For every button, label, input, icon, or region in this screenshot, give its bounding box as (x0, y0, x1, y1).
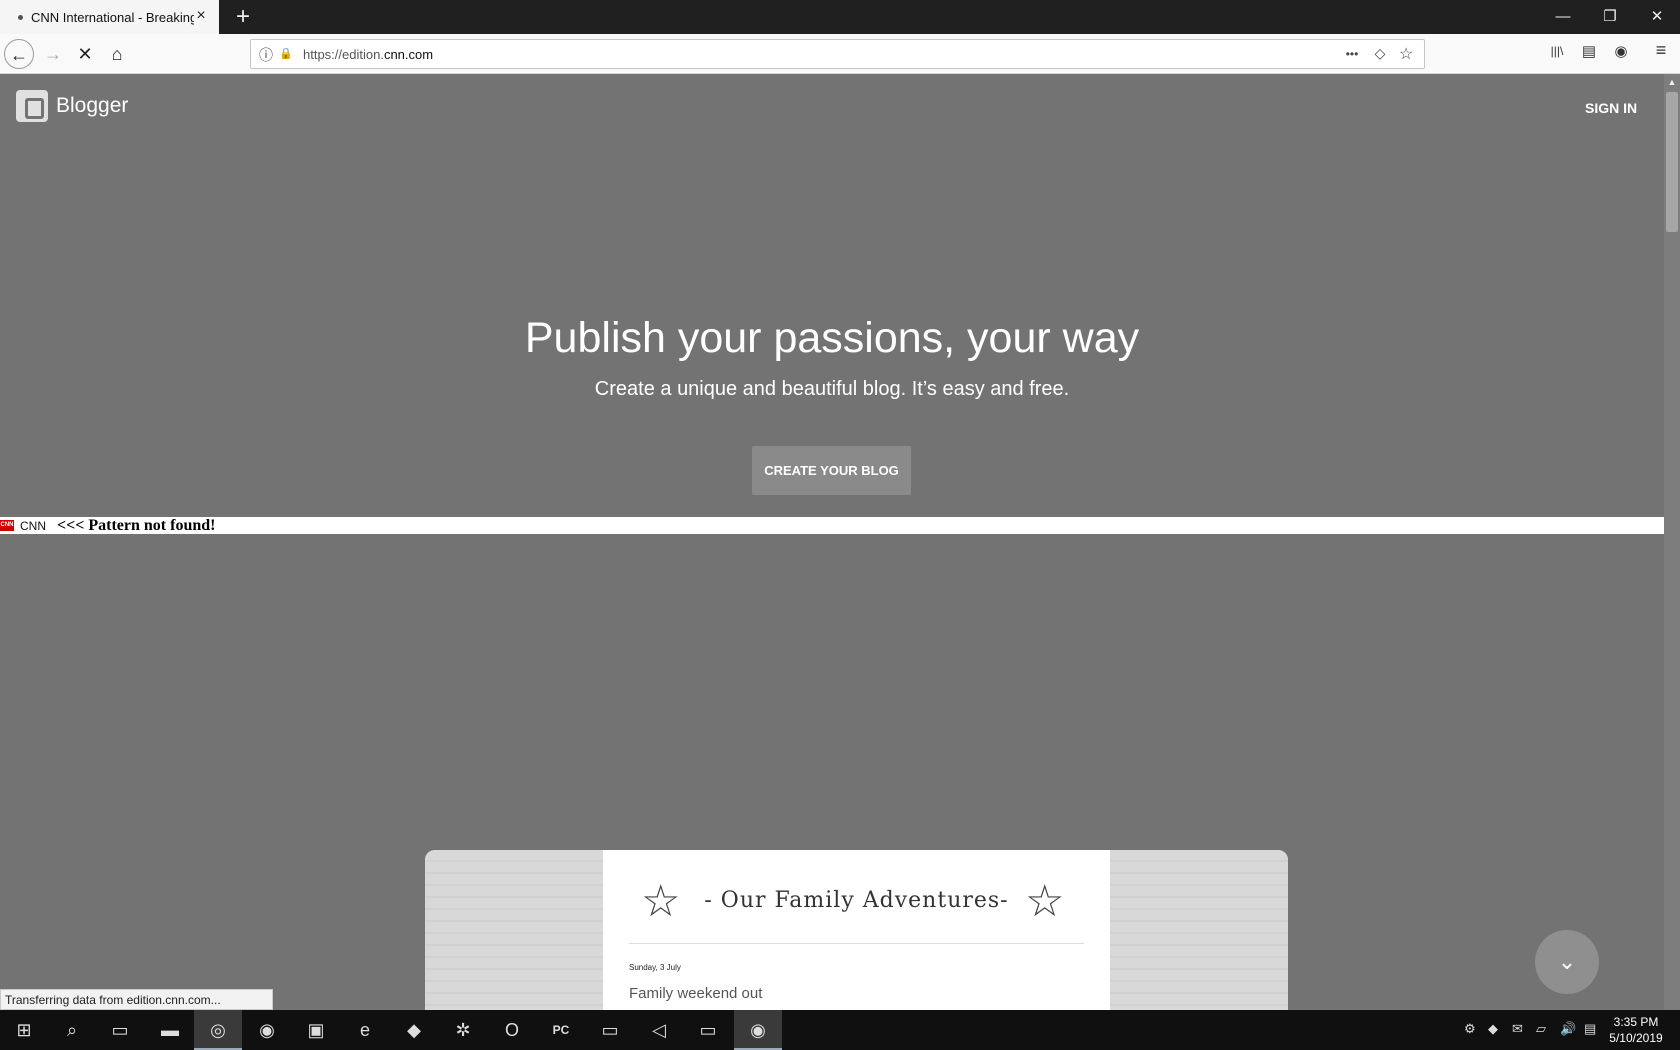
hero-title: Publish your passions, your way (524, 314, 1140, 362)
scroll-thumb[interactable] (1666, 92, 1678, 232)
store-icon[interactable]: ◆ (390, 1010, 438, 1050)
vertical-scrollbar[interactable]: ▲ (1664, 74, 1680, 1010)
start-icon[interactable]: ⊞ (0, 1010, 48, 1050)
page-actions-icon[interactable]: ••• (1343, 47, 1361, 61)
search-icon[interactable]: ⌕ (48, 1010, 96, 1050)
scroll-down-button[interactable]: ⌄ (1535, 930, 1599, 994)
settings-icon[interactable]: ✲ (439, 1010, 487, 1050)
firefox-icon[interactable]: ◉ (243, 1010, 291, 1050)
bookmark-star-icon[interactable]: ☆ (1397, 44, 1415, 64)
scroll-up-arrow-icon[interactable]: ▲ (1664, 74, 1680, 90)
sidebar-icon[interactable]: ▤ (1578, 42, 1600, 60)
tab-cnn[interactable]: CNN International - Breaking N × (0, 0, 219, 34)
cnn-overlay-strip: CNN CNN <<< Pattern not found! (0, 517, 1664, 534)
chrome-icon[interactable]: ◎ (194, 1010, 242, 1050)
clock-time: 3:35 PM (1613, 1015, 1659, 1029)
star-icon: ☆ (1025, 877, 1065, 926)
preview-left-doodles (425, 850, 603, 1010)
edge-icon[interactable]: e (341, 1010, 389, 1050)
sign-in-link[interactable]: SIGN IN (1585, 100, 1637, 116)
preview-post-title: Family weekend out (629, 985, 763, 1002)
task-view-icon[interactable]: ▭ (96, 1010, 144, 1050)
library-icon[interactable]: |||\ (1546, 44, 1568, 58)
preview-post-date: Sunday, 3 July (629, 963, 681, 972)
volume-icon[interactable]: 🔊 (1560, 1021, 1576, 1037)
forward-button[interactable]: → (38, 39, 68, 69)
status-bar: Transferring data from edition.cnn.com..… (0, 989, 273, 1010)
tray-mail-icon[interactable]: ✉ (1512, 1021, 1523, 1037)
blog-preview-image: ☆ - Our Family Adventures- ☆ Sunday, 3 J… (425, 850, 1288, 1010)
clock-date: 5/10/2019 (1609, 1031, 1663, 1045)
close-icon[interactable]: × (193, 8, 209, 24)
opera-icon[interactable]: O (488, 1010, 536, 1050)
url-text[interactable]: https://edition.cnn.com (303, 47, 433, 62)
pycharm-icon[interactable]: PC (537, 1010, 585, 1050)
preview-right-doodles (1110, 850, 1288, 1010)
tray-network-icon[interactable]: ⚙ (1464, 1021, 1476, 1037)
restore-button[interactable]: ❐ (1587, 0, 1633, 34)
preview-divider (629, 943, 1084, 944)
vscode-icon[interactable]: ◁ (635, 1010, 683, 1050)
account-icon[interactable]: ◉ (1610, 42, 1632, 60)
home-button[interactable]: ⌂ (102, 39, 132, 69)
tab-loading-indicator (18, 14, 23, 20)
tray-dropbox-icon[interactable]: ◆ (1488, 1021, 1498, 1037)
firefox-active-icon[interactable]: ◉ (734, 1010, 782, 1050)
tab-bar: CNN International - Breaking N × + — ❐ ✕ (0, 0, 1680, 34)
minimize-button[interactable]: — (1540, 0, 1586, 34)
cnn-logo-icon: CNN (0, 520, 14, 531)
tab-title: CNN International - Breaking N (31, 9, 194, 25)
info-icon[interactable]: ⓘ (257, 45, 275, 65)
pocket-icon[interactable]: ◇ (1371, 45, 1389, 62)
cnn-label: CNN (20, 519, 46, 533)
console-icon[interactable]: ▭ (684, 1010, 732, 1050)
window-close-button[interactable]: ✕ (1634, 0, 1680, 34)
hero-subtitle: Create a unique and beautiful blog. It’s… (594, 378, 1070, 400)
page-content: Blogger SIGN IN Publish your passions, y… (0, 74, 1664, 1010)
file-explorer-icon[interactable]: ▬ (146, 1010, 194, 1050)
save-icon[interactable]: ▣ (292, 1010, 340, 1050)
menu-icon[interactable]: ≡ (1650, 40, 1672, 61)
system-clock[interactable]: 3:35 PM 5/10/2019 (1600, 1014, 1672, 1046)
pattern-not-found-message: <<< Pattern not found! (57, 517, 216, 534)
notification-icon[interactable]: ▤ (1584, 1021, 1596, 1037)
new-tab-button[interactable]: + (230, 4, 256, 30)
navigation-toolbar: ← → ✕ ⌂ ⓘ 🔒 https://edition.cnn.com ••• … (0, 34, 1680, 74)
terminal-icon[interactable]: ▭ (586, 1010, 634, 1050)
lock-icon[interactable]: 🔒 (277, 47, 295, 60)
create-blog-button[interactable]: CREATE YOUR BLOG (752, 446, 911, 495)
brand-name[interactable]: Blogger (56, 94, 128, 118)
taskbar: ⊞ ⌕ ▭ ▬ ◎ ◉ ▣ e ◆ ✲ O PC ▭ ◁ ▭ ◉ ⚙ ◆ ✉ ▱… (0, 1010, 1680, 1050)
blogger-logo-icon[interactable] (16, 90, 48, 122)
wifi-icon[interactable]: ▱ (1536, 1021, 1546, 1037)
stop-button[interactable]: ✕ (70, 39, 100, 69)
back-button[interactable]: ← (4, 39, 34, 69)
address-bar[interactable]: ⓘ 🔒 https://edition.cnn.com ••• ◇ ☆ (250, 39, 1425, 69)
preview-blog-page: ☆ - Our Family Adventures- ☆ Sunday, 3 J… (603, 850, 1110, 1010)
